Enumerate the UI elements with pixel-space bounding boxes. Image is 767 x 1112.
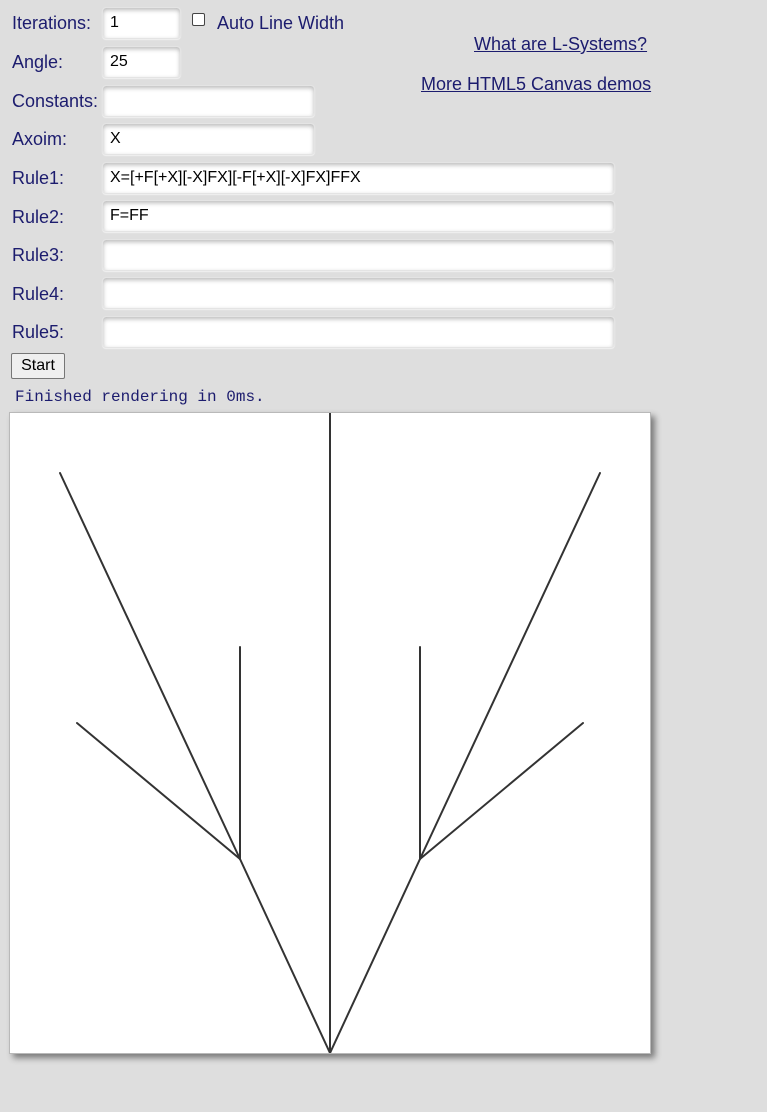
lsystem-canvas[interactable]: [9, 412, 651, 1054]
iterations-label: Iterations:: [12, 13, 92, 33]
iterations-input[interactable]: [102, 7, 181, 39]
rule2-label: Rule2:: [12, 207, 65, 227]
rule1-label: Rule1:: [12, 168, 65, 188]
start-button[interactable]: Start: [11, 353, 65, 379]
axiom-input[interactable]: [102, 123, 315, 155]
left-outer-branch: [59, 472, 241, 860]
rule3-label: Rule3:: [12, 245, 65, 265]
left-stem-branch: [239, 858, 331, 1053]
left-side-branch: [76, 722, 241, 860]
rule4-label: Rule4:: [12, 284, 65, 304]
auto-line-width-label[interactable]: Auto Line Width: [217, 12, 344, 34]
constants-label: Constants:: [12, 91, 99, 111]
rule5-input[interactable]: [102, 316, 615, 348]
right-outer-branch: [419, 472, 601, 860]
axiom-label: Axoim:: [12, 129, 68, 149]
lsystem-branches: [59, 413, 601, 1053]
constants-input[interactable]: [102, 85, 315, 117]
right-side-branch: [419, 722, 584, 860]
rule3-input[interactable]: [102, 239, 615, 271]
right-stem-branch: [329, 858, 421, 1053]
rule2-input[interactable]: [102, 200, 615, 232]
rule4-input[interactable]: [102, 277, 615, 309]
auto-line-width-checkbox[interactable]: [192, 13, 205, 26]
more-canvas-demos-link[interactable]: More HTML5 Canvas demos: [421, 73, 651, 95]
rule5-label: Rule5:: [12, 322, 65, 342]
rule1-input[interactable]: [102, 162, 615, 194]
angle-input[interactable]: [102, 46, 181, 78]
lsystem-drawing: [59, 413, 601, 1053]
what-are-lsystems-link[interactable]: What are L-Systems?: [474, 33, 647, 55]
render-status: Finished rendering in 0ms.: [15, 388, 265, 406]
angle-label: Angle:: [12, 52, 64, 72]
